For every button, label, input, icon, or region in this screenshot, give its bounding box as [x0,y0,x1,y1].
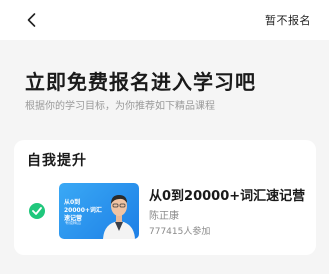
course-section-card: 自我提升 从0到20000+词汇速记营 有道精品 从0到20000+词汇速记营 … [14,140,316,255]
thumbnail-brand: 有道精品 [65,220,81,225]
course-thumbnail[interactable]: 从0到20000+词汇速记营 有道精品 [59,183,139,239]
skip-signup-link[interactable]: 暂不报名 [265,12,311,28]
page-title: 立即免费报名进入学习吧 [25,70,256,94]
teacher-photo [103,195,135,239]
checkmark-icon[interactable] [29,203,45,219]
course-teacher: 陈正康 [149,211,179,222]
chevron-left-icon[interactable] [23,11,41,29]
course-title[interactable]: 从0到20000+词汇速记营 [149,185,305,204]
enrollment-count: 777415人参加 [149,227,211,237]
page-subtitle: 根据你的学习目标，为你推荐如下精品课程 [25,101,215,112]
section-title: 自我提升 [27,153,87,169]
top-bar: 暂不报名 [0,0,329,40]
